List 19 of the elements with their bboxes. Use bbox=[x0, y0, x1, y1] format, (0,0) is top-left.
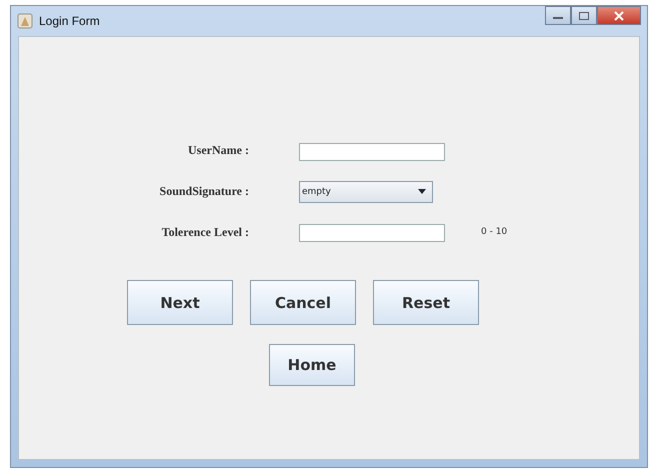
dropdown[interactable]: empty bbox=[299, 180, 433, 202]
form-button[interactable]: Home bbox=[269, 344, 355, 386]
range-hint: 0 - 10 bbox=[481, 227, 508, 238]
close-icon bbox=[613, 10, 625, 20]
field-label: Tolerence Level : bbox=[160, 224, 249, 240]
minimize-button[interactable] bbox=[545, 6, 571, 25]
field-label: SoundSignature : bbox=[158, 184, 249, 199]
field-label: UserName : bbox=[187, 143, 249, 158]
maximize-button[interactable] bbox=[571, 6, 597, 25]
input-field[interactable] bbox=[299, 224, 445, 242]
form-button[interactable]: Reset bbox=[373, 280, 479, 325]
close-button[interactable] bbox=[597, 6, 641, 25]
form-button[interactable]: Cancel bbox=[250, 280, 356, 325]
form-button[interactable]: Next bbox=[127, 280, 233, 325]
input-field[interactable] bbox=[299, 142, 445, 160]
app-icon bbox=[17, 13, 33, 29]
dropdown-arrow-icon bbox=[418, 189, 426, 194]
window-title: Login Form bbox=[39, 14, 100, 28]
maximize-icon bbox=[578, 10, 590, 20]
